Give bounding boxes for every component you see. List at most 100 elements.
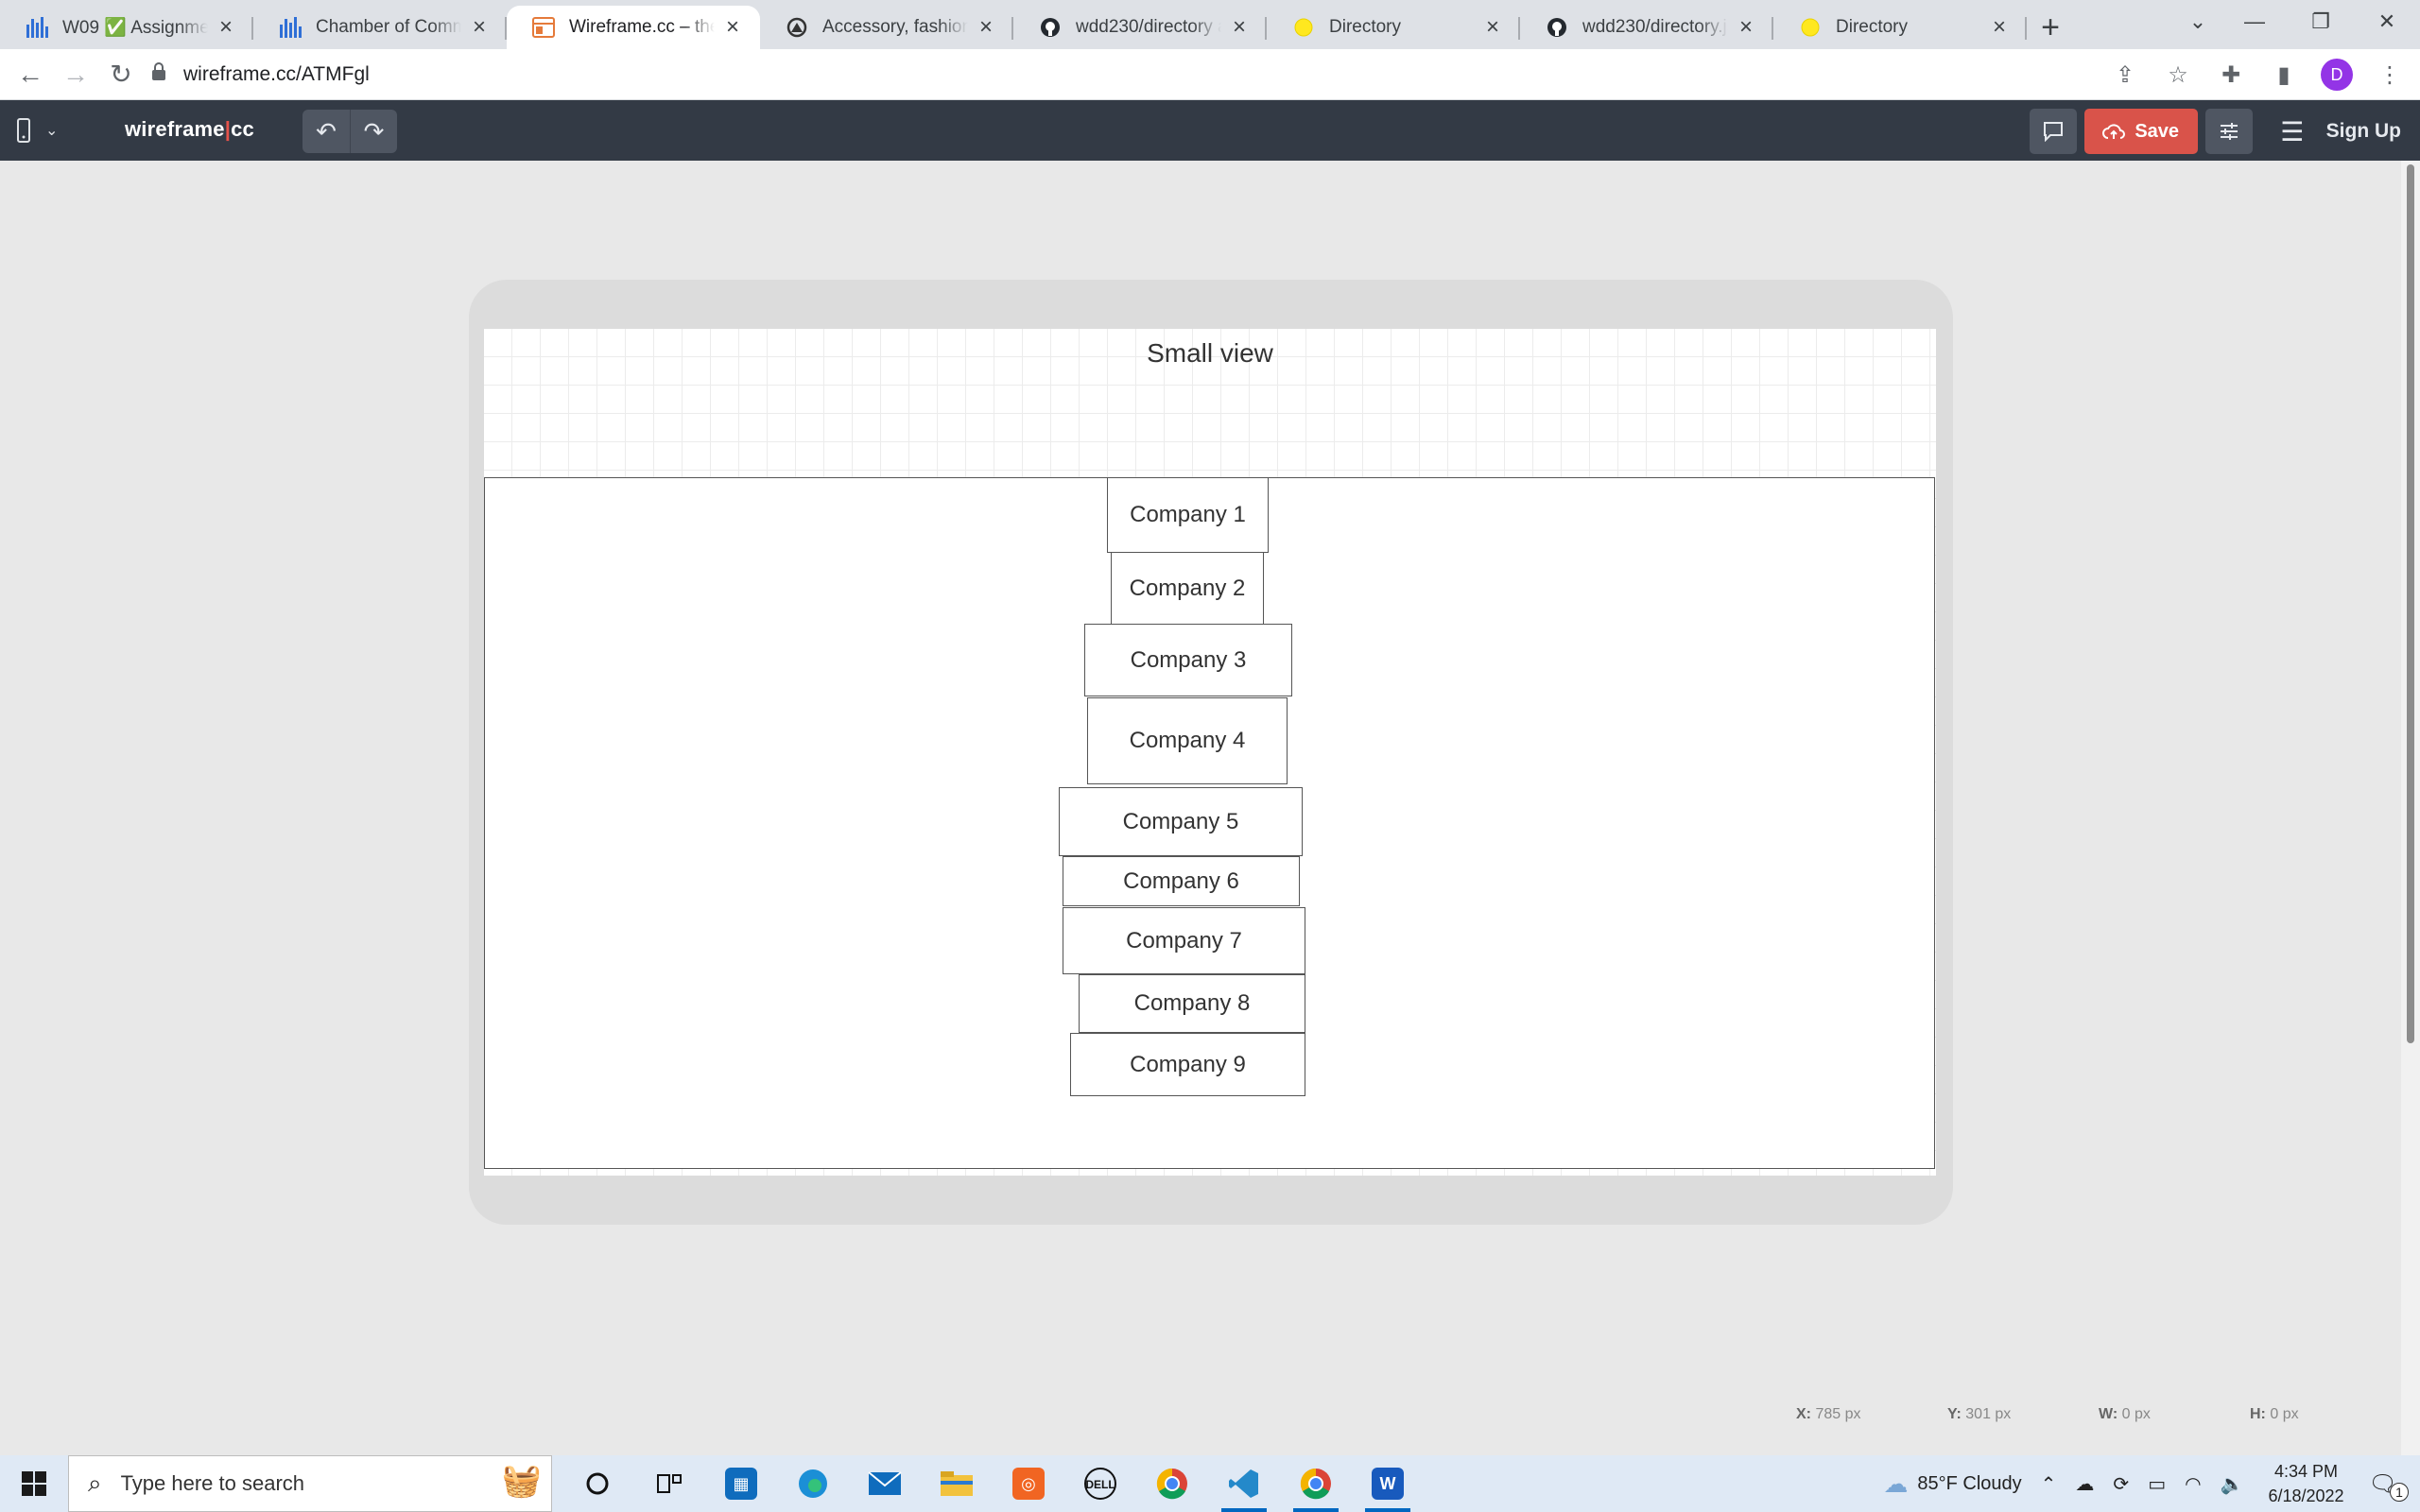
- company-box[interactable]: Company 5: [1059, 787, 1303, 856]
- battery-icon[interactable]: ▭: [2138, 1472, 2175, 1496]
- company-box[interactable]: Company 1: [1107, 477, 1269, 553]
- save-button[interactable]: Save: [2083, 109, 2198, 154]
- notifications-icon[interactable]: 🗨 1: [2360, 1470, 2420, 1502]
- browser-tab[interactable]: wdd230/directory.js a ×: [1520, 6, 1773, 49]
- address-bar[interactable]: wireframe.cc/ATMFgl: [151, 55, 2127, 94]
- tab-title: Chamber of Commerce: [316, 17, 461, 37]
- wifi-icon[interactable]: ◠: [2175, 1472, 2210, 1496]
- mail-icon[interactable]: [849, 1455, 921, 1512]
- comment-icon: [2043, 122, 2063, 142]
- profile-avatar[interactable]: D: [2316, 52, 2358, 97]
- browser-tab[interactable]: Chamber of Commerce ×: [253, 6, 507, 49]
- chrome-profile-icon[interactable]: [1136, 1455, 1208, 1512]
- w-readout: W: 0 px: [2099, 1406, 2250, 1431]
- tab-search-chevron-icon[interactable]: ⌄: [2174, 0, 2221, 43]
- side-panel-icon[interactable]: ▮: [2263, 52, 2305, 97]
- close-icon[interactable]: ×: [1229, 16, 1250, 39]
- browser-tab[interactable]: Directory ×: [1773, 6, 2027, 49]
- cloudy-weather-icon: ☁: [1883, 1469, 1909, 1498]
- volume-icon[interactable]: 🔈: [2211, 1472, 2254, 1496]
- windows-start-icon[interactable]: [0, 1455, 68, 1512]
- scrollbar-thumb[interactable]: [2407, 164, 2414, 1043]
- coordinates-status: X: 785 px Y: 301 px W: 0 px H: 0 px: [1796, 1406, 2401, 1431]
- h-value: 0 px: [2270, 1406, 2299, 1422]
- vscode-icon[interactable]: [1208, 1455, 1280, 1512]
- company-box[interactable]: Company 7: [1063, 907, 1305, 974]
- weather-widget[interactable]: ☁ 85°F Cloudy: [1874, 1469, 2031, 1499]
- browser-tab[interactable]: Directory ×: [1267, 6, 1520, 49]
- taskbar-apps: ▦ ◎ DELL W: [562, 1455, 1424, 1512]
- sign-up-link[interactable]: Sign Up: [2326, 120, 2401, 143]
- w-value: 0 px: [2121, 1406, 2151, 1422]
- company-box[interactable]: Company 6: [1063, 856, 1300, 906]
- browser-tab[interactable]: Accessory, fashion, go ×: [760, 6, 1013, 49]
- tab-title: Wireframe.cc – the go: [569, 17, 715, 37]
- wireframe-icon: [531, 15, 556, 40]
- close-icon[interactable]: ×: [469, 16, 490, 39]
- share-icon[interactable]: ⇪: [2104, 52, 2146, 97]
- task-view-icon[interactable]: [633, 1455, 705, 1512]
- edge-icon[interactable]: [777, 1455, 849, 1512]
- back-icon[interactable]: ←: [8, 52, 53, 97]
- chrome-icon[interactable]: [1280, 1455, 1352, 1512]
- close-icon[interactable]: ×: [1989, 16, 2010, 39]
- restore-icon[interactable]: ❐: [2288, 0, 2354, 43]
- cloud-upload-icon: [2102, 124, 2126, 139]
- settings-button[interactable]: [2204, 109, 2253, 154]
- close-icon[interactable]: ×: [722, 16, 743, 39]
- app-header: ⌄ wireframe|cc ↶ ↷ Save ☰ Sign Up: [0, 100, 2420, 161]
- company-box[interactable]: Company 8: [1079, 974, 1305, 1033]
- notification-count: 1: [2390, 1482, 2409, 1502]
- wireframe-canvas[interactable]: Small view Company 1 Company 2 Company 3…: [484, 329, 1936, 1176]
- close-icon[interactable]: ×: [1482, 16, 1503, 39]
- new-tab-button[interactable]: +: [2027, 6, 2074, 49]
- taskbar-search[interactable]: ⌕ Type here to search 🧺: [68, 1455, 552, 1512]
- y-label: Y:: [1947, 1406, 1962, 1422]
- vertical-scrollbar[interactable]: [2401, 161, 2420, 1455]
- toolbar-actions: ⇪ ☆ ✚ ▮ D ⋮: [2104, 52, 2411, 97]
- bookmark-star-icon[interactable]: ☆: [2157, 52, 2199, 97]
- more-menu-icon[interactable]: ⋮: [2369, 52, 2411, 97]
- close-icon[interactable]: ×: [216, 16, 236, 39]
- company-box[interactable]: Company 9: [1070, 1033, 1305, 1096]
- browser-tab[interactable]: wdd230/directory at c ×: [1013, 6, 1267, 49]
- company-box[interactable]: Company 4: [1087, 697, 1288, 784]
- hamburger-menu-icon[interactable]: ☰: [2273, 109, 2311, 154]
- browser-tab-active[interactable]: Wireframe.cc – the go ×: [507, 6, 760, 49]
- tab-title: Directory: [1836, 17, 1909, 37]
- undo-icon[interactable]: ↶: [302, 110, 350, 153]
- app-logo[interactable]: wireframe|cc: [125, 117, 254, 142]
- workspace[interactable]: Small view Company 1 Company 2 Company 3…: [0, 161, 2401, 1455]
- forward-icon[interactable]: →: [53, 52, 98, 97]
- picnic-basket-icon: 🧺: [501, 1463, 542, 1499]
- reload-icon[interactable]: ↻: [98, 52, 144, 97]
- browser-tab-strip: W09 ✅ Assignment: × Chamber of Commerce …: [0, 0, 2420, 49]
- tab-title: W09 ✅ Assignment:: [62, 18, 208, 38]
- chevron-up-icon[interactable]: ⌃: [2031, 1472, 2066, 1496]
- store-icon[interactable]: ▦: [705, 1455, 777, 1512]
- word-icon[interactable]: W: [1352, 1455, 1424, 1512]
- redo-icon[interactable]: ↷: [350, 110, 397, 153]
- close-icon[interactable]: ×: [976, 16, 996, 39]
- close-window-icon[interactable]: ✕: [2354, 0, 2420, 43]
- onedrive-icon[interactable]: ☁: [2066, 1472, 2103, 1496]
- extensions-puzzle-icon[interactable]: ✚: [2210, 52, 2252, 97]
- yellow-dot-icon: [1798, 15, 1823, 40]
- clock[interactable]: 4:34 PM 6/18/2022: [2253, 1459, 2359, 1508]
- cortana-icon[interactable]: [562, 1455, 633, 1512]
- close-icon[interactable]: ×: [1736, 16, 1756, 39]
- minimize-icon[interactable]: —: [2221, 0, 2288, 43]
- company-box[interactable]: Company 2: [1111, 552, 1264, 625]
- update-icon[interactable]: ⟳: [2103, 1472, 2138, 1496]
- h-readout: H: 0 px: [2250, 1406, 2401, 1431]
- canvas-title[interactable]: Small view: [484, 338, 1936, 369]
- device-selector[interactable]: ⌄: [17, 113, 58, 147]
- comment-button[interactable]: [2029, 109, 2077, 154]
- browser-tab[interactable]: W09 ✅ Assignment: ×: [0, 6, 253, 49]
- h-label: H:: [2250, 1406, 2266, 1422]
- file-explorer-icon[interactable]: [921, 1455, 993, 1512]
- orange-app-icon[interactable]: ◎: [993, 1455, 1064, 1512]
- company-box[interactable]: Company 3: [1084, 624, 1292, 696]
- dell-icon[interactable]: DELL: [1064, 1455, 1136, 1512]
- logo-suffix: cc: [231, 117, 254, 141]
